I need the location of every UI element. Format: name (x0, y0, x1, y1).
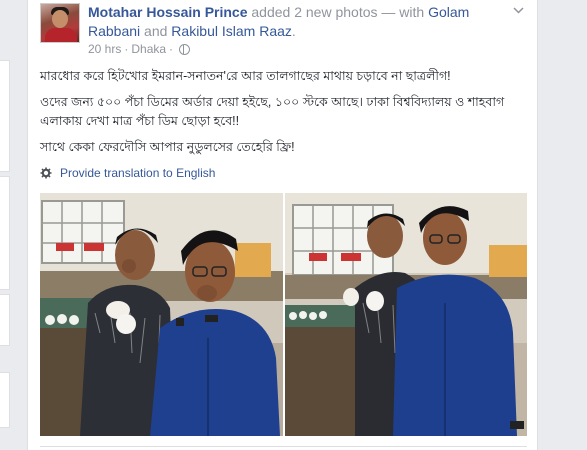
translate-label: Provide translation to English (60, 166, 216, 180)
post-header: Motahar Hossain Prince added 2 new photo… (88, 3, 508, 41)
meta-separator: · (124, 42, 129, 56)
meta-separator: · (169, 42, 174, 56)
post-text-line: মারধোর করে হিটখোর ইমরান-সনাতন'রে আর তালগ… (40, 69, 451, 83)
globe-icon[interactable] (179, 43, 191, 55)
author-avatar[interactable] (40, 3, 80, 43)
author-name-link[interactable]: Motahar Hossain Prince (88, 4, 248, 20)
gear-icon (40, 167, 52, 179)
post-body: মারধোর করে হিটখোর ইমরান-সনাতন'রে আর তালগ… (40, 67, 530, 164)
post-divider (40, 446, 527, 447)
translate-link[interactable]: Provide translation to English (40, 166, 215, 180)
post-photo[interactable] (285, 193, 527, 436)
post-text-line: সাথে কেকা ফেরদৌসি আপার নুডুলসের তেহেরি ফ… (40, 140, 295, 154)
post-action-text: added 2 new photos — with (251, 4, 425, 20)
post-menu-chevron-down-icon[interactable] (513, 5, 524, 15)
left-column-card (0, 60, 10, 172)
post-text-line: ওদের জন্য ৫০০ পঁচা ডিমের অর্ডার দেয়া হই… (40, 95, 505, 128)
left-column-card (0, 176, 10, 290)
tagged-user-link[interactable]: Rakibul Islam Raaz (171, 23, 292, 39)
post-location[interactable]: Dhaka (131, 42, 166, 56)
post-photo[interactable] (40, 193, 283, 436)
feed-post-card: Motahar Hossain Prince added 2 new photo… (27, 0, 538, 450)
and-text: and (144, 23, 168, 39)
left-column-card (0, 372, 10, 428)
left-column-card (0, 294, 10, 346)
post-timestamp[interactable]: 20 hrs (88, 42, 121, 56)
header-period: . (291, 23, 296, 39)
right-column-background (538, 0, 587, 450)
post-meta: 20 hrs · Dhaka · (88, 42, 191, 56)
